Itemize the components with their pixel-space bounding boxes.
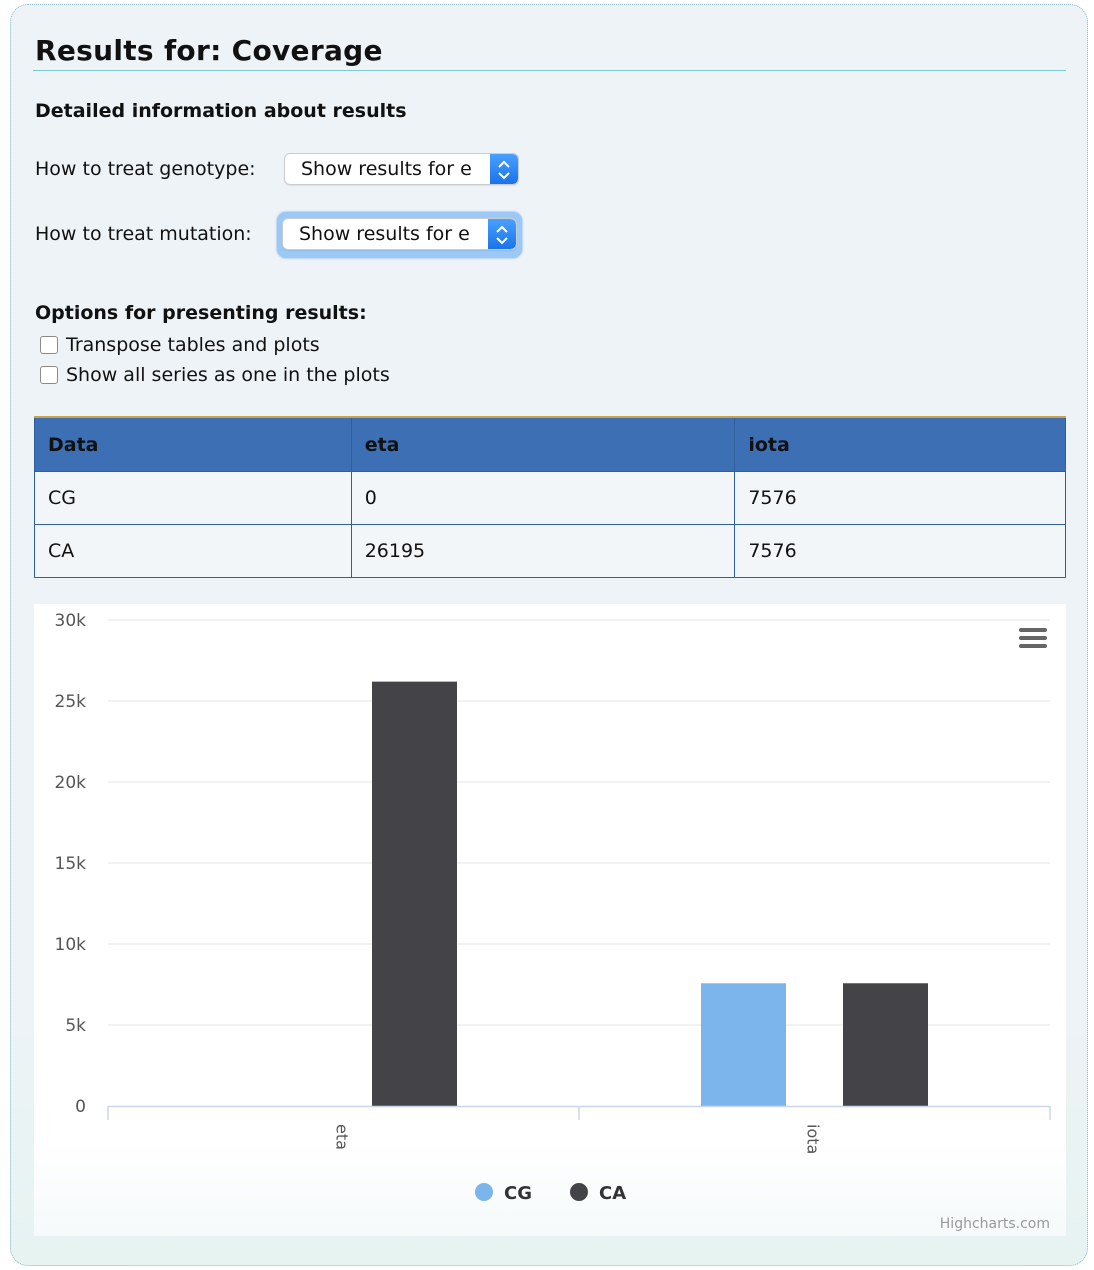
y-tick-label: 20k	[55, 773, 87, 793]
bar[interactable]	[843, 983, 928, 1106]
chart-bars	[372, 681, 928, 1106]
table-cell: 0	[350, 471, 736, 525]
table-cell: 26195	[350, 524, 736, 578]
chart-svg: 0 5k 10k 15k 20k 25k 30k eta iota CG CA Highchar…	[55, 611, 1051, 1232]
mutation-select[interactable]: Show results for ea	[282, 218, 517, 250]
transpose-option[interactable]: Transpose tables and plots	[40, 334, 320, 356]
hamburger-menu-icon[interactable]	[1019, 628, 1047, 648]
results-table: Data eta iota CG 0 7576 CA 26195 7576	[34, 416, 1066, 578]
transpose-label: Transpose tables and plots	[66, 334, 320, 356]
bar-chart: 0 5k 10k 15k 20k 25k 30k eta iota CG CA Highchar…	[34, 604, 1066, 1236]
table-header: iota	[734, 416, 1066, 472]
bar[interactable]	[701, 983, 786, 1106]
chart-credits[interactable]: Highcharts.com	[940, 1216, 1050, 1232]
legend-item[interactable]: CA	[599, 1183, 626, 1204]
page-title: Results for: Coverage	[35, 34, 383, 67]
y-tick-label: 25k	[55, 692, 87, 712]
legend-marker[interactable]	[570, 1183, 588, 1201]
options-heading: Options for presenting results:	[35, 302, 367, 324]
table-row: CG 0 7576	[34, 471, 1066, 525]
y-tick-label: 10k	[55, 935, 87, 955]
one-series-checkbox[interactable]	[40, 366, 58, 384]
table-header: eta	[350, 416, 736, 472]
x-tick-label: eta	[333, 1124, 352, 1150]
x-axis: eta iota	[107, 1105, 1051, 1154]
genotype-select[interactable]: Show results for ea	[284, 153, 519, 185]
section-heading: Detailed information about results	[35, 100, 407, 122]
genotype-label: How to treat genotype:	[35, 158, 256, 180]
title-divider	[33, 70, 1066, 71]
one-series-option[interactable]: Show all series as one in the plots	[40, 364, 390, 386]
legend-item[interactable]: CG	[504, 1183, 532, 1204]
table-row: CA 26195 7576	[34, 524, 1066, 578]
transpose-checkbox[interactable]	[40, 336, 58, 354]
table-cell: 7576	[734, 524, 1066, 578]
table-cell: CA	[34, 524, 352, 578]
one-series-label: Show all series as one in the plots	[66, 364, 390, 386]
y-tick-label: 0	[75, 1097, 86, 1117]
genotype-select-value: Show results for ea	[301, 158, 471, 180]
table-header-row: Data eta iota	[34, 416, 1066, 472]
mutation-label: How to treat mutation:	[35, 223, 252, 245]
bar[interactable]	[372, 681, 457, 1106]
chart-grid	[108, 619, 1050, 1026]
chart-legend: CG CA	[475, 1183, 626, 1204]
y-tick-label: 15k	[55, 854, 87, 874]
y-axis-ticks: 0 5k 10k 15k 20k 25k 30k	[55, 611, 87, 1117]
table-cell: 7576	[734, 471, 1066, 525]
x-tick-label: iota	[804, 1124, 823, 1154]
table-header: Data	[34, 416, 352, 472]
y-tick-label: 5k	[65, 1016, 86, 1036]
y-tick-label: 30k	[55, 611, 87, 631]
table-cell: CG	[34, 471, 352, 525]
select-stepper-icon	[488, 219, 516, 249]
select-stepper-icon	[490, 154, 518, 184]
legend-marker[interactable]	[475, 1183, 493, 1201]
mutation-select-value: Show results for ea	[299, 223, 469, 245]
